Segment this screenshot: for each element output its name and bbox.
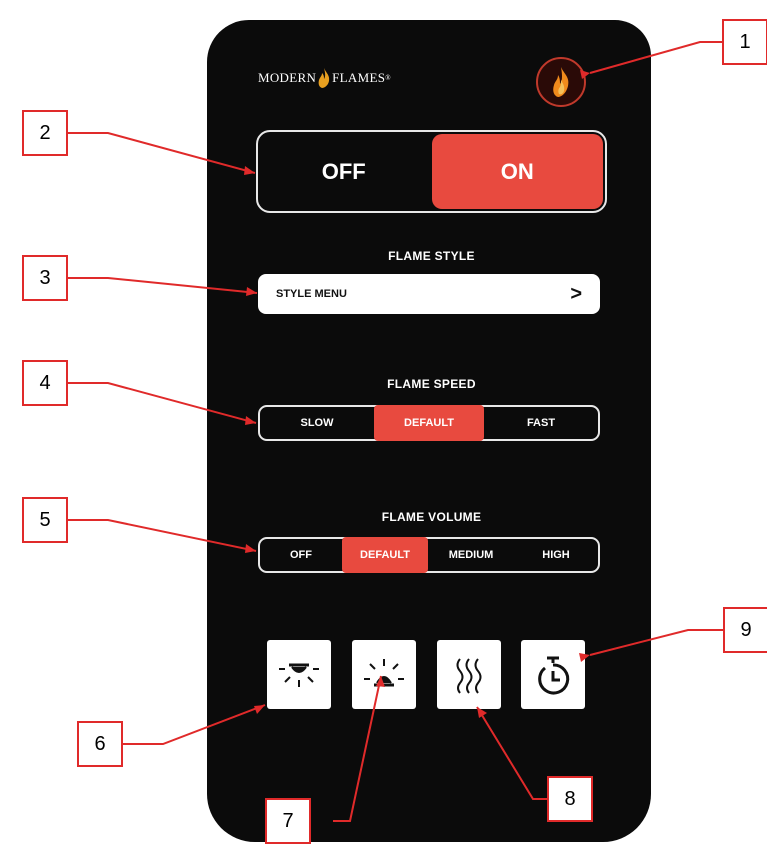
callout-1: 1 — [722, 19, 767, 65]
callout-5: 5 — [22, 497, 68, 543]
callout-4: 4 — [22, 360, 68, 406]
callout-8: 8 — [547, 776, 593, 822]
callout-9: 9 — [723, 607, 767, 653]
callout-3: 3 — [22, 255, 68, 301]
callout-6: 6 — [77, 721, 123, 767]
callout-2: 2 — [22, 110, 68, 156]
callout-7: 7 — [265, 798, 311, 844]
